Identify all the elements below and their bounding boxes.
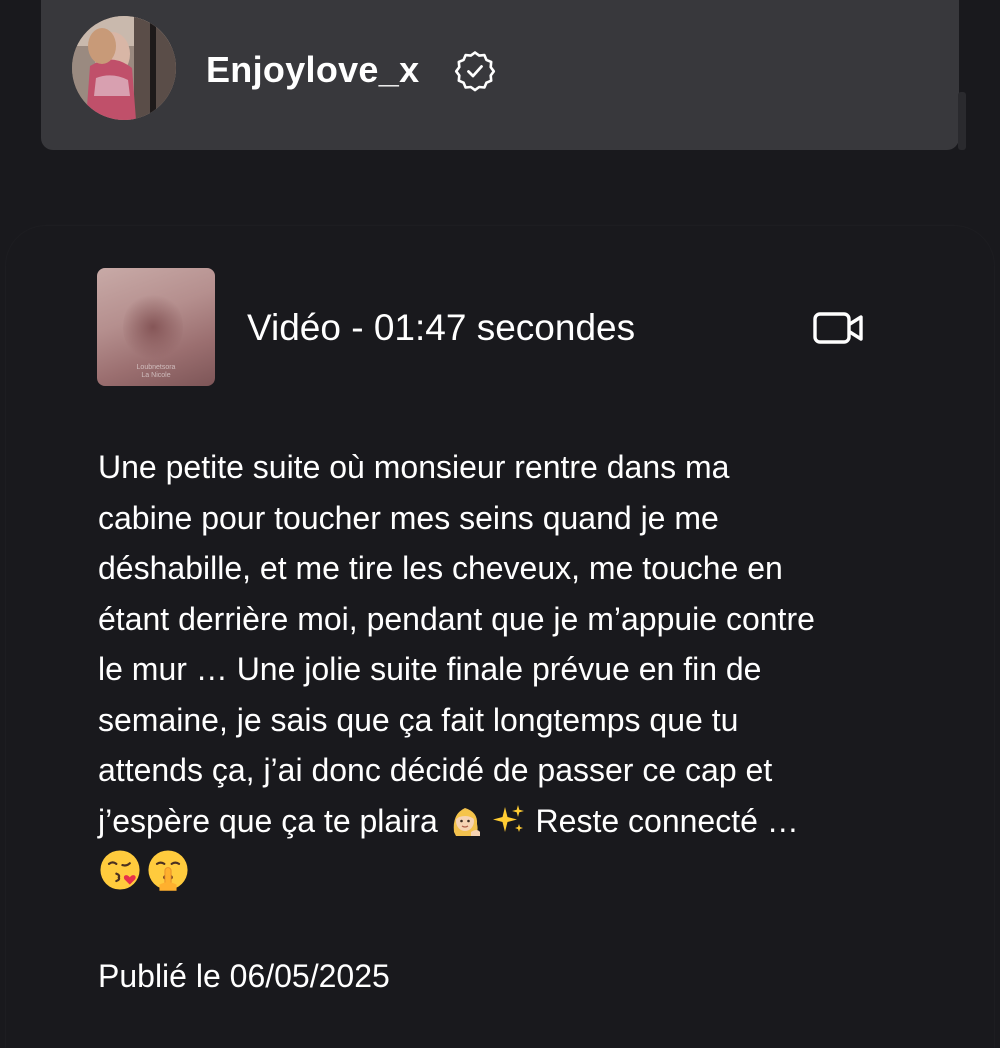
profile-header[interactable]: Enjoylove_x (41, 0, 959, 150)
sparkles-emoji (492, 804, 524, 832)
description-line: Une petite suite où monsieur rentre dans… (98, 449, 730, 485)
video-thumbnail[interactable]: Loubnetsora La Nicole (97, 268, 215, 386)
scrollbar[interactable] (958, 92, 966, 150)
description-line: attends ça, j’ai donc décidé de passer c… (98, 752, 773, 788)
username[interactable]: Enjoylove_x (206, 48, 419, 92)
video-camera-icon (813, 312, 863, 344)
description-line: semaine, je sais que ça fait longtemps q… (98, 701, 739, 738)
kissing-heart-emoji (100, 850, 140, 890)
media-label: Vidéo - 01:47 secondes (247, 307, 636, 348)
thumbnail-blur (123, 292, 183, 362)
shushing-face-emoji (148, 850, 188, 891)
post-description: Une petite suite où monsieur rentre dans… (98, 442, 918, 897)
avatar[interactable] (72, 16, 176, 120)
woman-blonde-emoji (453, 807, 480, 836)
description-line: cabine pour toucher mes seins quand je m… (98, 499, 719, 536)
description-line: j’espère que ça te plaira (98, 802, 447, 839)
description-line: déshabille, et me tire les cheveux, me t… (98, 550, 783, 586)
description-line: étant derrière moi, pendant que je m’app… (98, 600, 815, 637)
verified-badge-icon (454, 51, 496, 92)
thumbnail-watermark: Loubnetsora La Nicole (136, 364, 176, 379)
description-line: le mur … Une jolie suite finale prévue e… (98, 651, 762, 687)
published-date: Publié le 06/05/2025 (98, 958, 390, 994)
page: Enjoylove_x Loubnetsora La Nicole Vidéo -… (0, 0, 1000, 1048)
description-line: Reste connecté … (526, 802, 799, 839)
